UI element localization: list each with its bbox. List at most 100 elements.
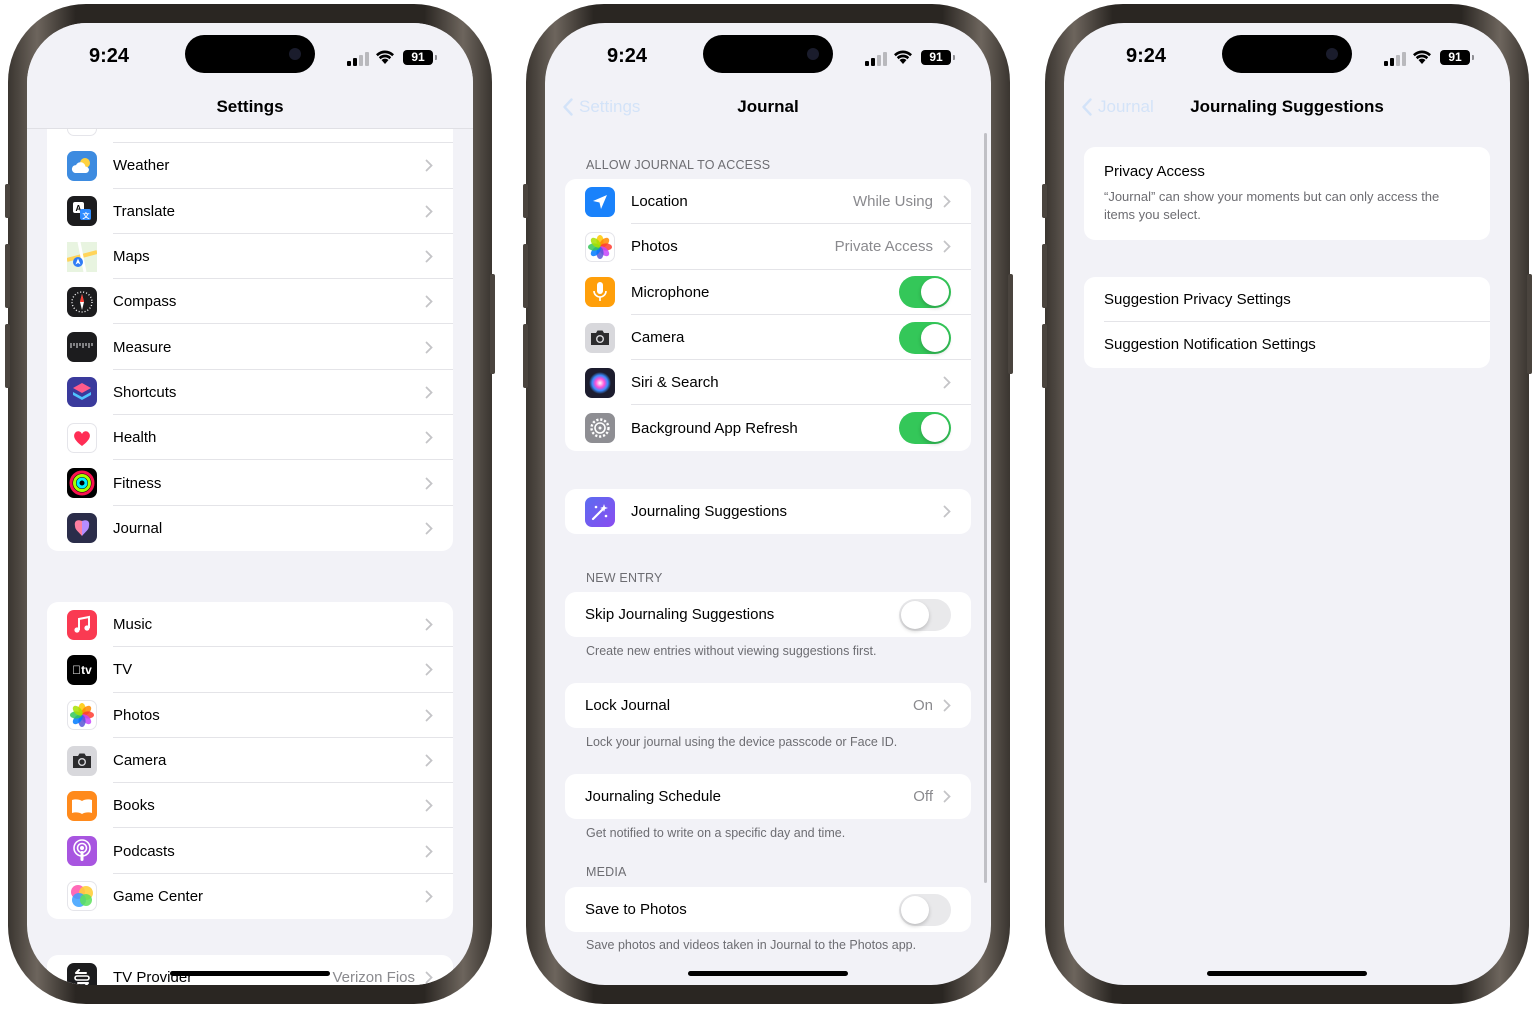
chevron-right-icon bbox=[425, 971, 433, 984]
settings-row-photos[interactable]: Photos Private Access bbox=[565, 224, 971, 270]
music-icon bbox=[67, 609, 97, 640]
fitness-icon bbox=[67, 468, 97, 499]
journaling-suggestions-label: Journaling Suggestions bbox=[631, 503, 787, 521]
chevron-right-icon bbox=[425, 799, 433, 812]
home-indicator[interactable] bbox=[688, 971, 848, 976]
location-icon bbox=[585, 186, 615, 217]
home-indicator[interactable] bbox=[170, 971, 330, 976]
sparkles-icon bbox=[585, 496, 615, 527]
row-label: Books bbox=[113, 797, 155, 815]
chevron-right-icon bbox=[943, 505, 951, 518]
chevron-right-icon bbox=[425, 295, 433, 308]
settings-row-music[interactable]: Music bbox=[47, 602, 453, 648]
chevron-right-icon bbox=[425, 522, 433, 535]
settings-row-camera[interactable]: Camera bbox=[47, 738, 453, 784]
settings-group-media: Music tv TV Photos Camera Books Podcasts Game … bbox=[47, 602, 453, 920]
settings-row-tv-provider[interactable]: TV Provider Verizon Fios bbox=[47, 955, 453, 985]
suggestion-notification-settings-link[interactable]: Suggestion Notification Settings bbox=[1084, 322, 1490, 367]
row-label: Podcasts bbox=[113, 842, 175, 860]
settings-row-journal[interactable]: Journal bbox=[47, 506, 453, 551]
cellular-signal-icon bbox=[347, 52, 371, 66]
phone-settings: 9:24 91 Settings NewsWeatherA文TranslateM… bbox=[5, 4, 495, 1004]
settings-row-podcasts[interactable]: Podcasts bbox=[47, 828, 453, 874]
camera-icon bbox=[67, 745, 97, 776]
tv-icon: tv bbox=[67, 654, 97, 685]
gear-icon bbox=[585, 413, 615, 444]
phone-journal: 9:24 91 Settings Journal ALLOW JOURNAL T… bbox=[523, 4, 1013, 1004]
home-indicator[interactable] bbox=[1207, 971, 1367, 976]
settings-row-measure[interactable]: Measure bbox=[47, 324, 453, 370]
settings-group-apps: NewsWeatherA文TranslateMapsCompassMeasure… bbox=[47, 98, 453, 551]
privacy-access-card: Privacy Access “Journal” can show your m… bbox=[1084, 147, 1490, 240]
journaling-suggestions-row[interactable]: Journaling Suggestions bbox=[565, 489, 971, 534]
row-label: Location bbox=[631, 193, 688, 211]
settings-row-translate[interactable]: A 文 Translate bbox=[47, 189, 453, 234]
settings-row-weather[interactable]: Weather bbox=[47, 143, 453, 189]
row-label: Microphone bbox=[631, 283, 710, 301]
save-to-photos-toggle[interactable] bbox=[899, 893, 951, 926]
journal-screen: 9:24 91 Settings Journal ALLOW JOURNAL T… bbox=[545, 23, 991, 985]
section-header-media: MEDIA bbox=[586, 865, 627, 879]
shortcuts-icon bbox=[67, 377, 97, 408]
maps-icon bbox=[67, 241, 97, 272]
camera-toggle[interactable] bbox=[899, 321, 951, 354]
nav-bar: Journal Journaling Suggestions bbox=[1064, 93, 1510, 129]
settings-row-fitness[interactable]: Fitness bbox=[47, 460, 453, 506]
chevron-right-icon bbox=[425, 386, 433, 399]
row-label: Shortcuts bbox=[113, 383, 177, 401]
lock-journal-label: Lock Journal bbox=[585, 697, 671, 715]
background-app-refresh-toggle[interactable] bbox=[899, 412, 951, 445]
chevron-right-icon bbox=[943, 699, 951, 712]
health-icon bbox=[67, 422, 97, 453]
settings-row-maps[interactable]: Maps bbox=[47, 234, 453, 280]
settings-row-shortcuts[interactable]: Shortcuts bbox=[47, 370, 453, 416]
chevron-right-icon bbox=[425, 205, 433, 218]
books-icon bbox=[67, 790, 97, 821]
chevron-right-icon bbox=[943, 376, 951, 389]
weather-icon bbox=[67, 150, 97, 181]
settings-row-books[interactable]: Books bbox=[47, 783, 453, 829]
row-label: Background App Refresh bbox=[631, 419, 798, 437]
row-label: Game Center bbox=[113, 887, 204, 905]
settings-row-tv[interactable]: tv TV bbox=[47, 647, 453, 693]
row-label: Photos bbox=[631, 238, 678, 256]
suggestions-group: Journaling Suggestions bbox=[565, 489, 971, 535]
chevron-right-icon bbox=[425, 341, 433, 354]
access-group: Location While Using Photos Private Access M… bbox=[565, 179, 971, 451]
microphone-toggle[interactable] bbox=[899, 276, 951, 309]
journaling-schedule-value: Off bbox=[913, 788, 933, 806]
skip-suggestions-toggle[interactable] bbox=[899, 598, 951, 631]
journaling-schedule-row[interactable]: Journaling Schedule Off bbox=[565, 774, 971, 819]
phone-journaling-suggestions: 9:24 91 Journal Journaling Suggestions P… bbox=[1042, 4, 1532, 1004]
lock-journal-row[interactable]: Lock Journal On bbox=[565, 683, 971, 728]
scroll-indicator[interactable] bbox=[984, 133, 987, 883]
row-label: Maps bbox=[113, 248, 150, 266]
privacy-access-title: Privacy Access bbox=[1104, 163, 1205, 180]
chevron-right-icon bbox=[425, 845, 433, 858]
settings-row-siri-search[interactable]: Siri & Search bbox=[565, 360, 971, 406]
settings-row-location[interactable]: Location While Using bbox=[565, 179, 971, 225]
row-label: Translate bbox=[113, 202, 175, 220]
settings-row-compass[interactable]: Compass bbox=[47, 279, 453, 325]
status-bar: 9:24 91 bbox=[545, 43, 991, 71]
translate-icon: A文 bbox=[67, 196, 97, 227]
save-footer: Save photos and videos taken in Journal … bbox=[586, 938, 917, 952]
settings-row-health[interactable]: Health bbox=[47, 415, 453, 461]
suggestion-privacy-settings-link[interactable]: Suggestion Privacy Settings bbox=[1084, 277, 1490, 323]
row-label: Camera bbox=[631, 329, 685, 347]
suggestions-screen: 9:24 91 Journal Journaling Suggestions P… bbox=[1064, 23, 1510, 985]
settings-row-game-center[interactable]: Game Center bbox=[47, 874, 453, 919]
row-label: Health bbox=[113, 429, 157, 447]
settings-row-photos[interactable]: Photos bbox=[47, 693, 453, 738]
row-label: Journal bbox=[113, 519, 163, 537]
row-label: Camera bbox=[113, 752, 167, 770]
privacy-access-description: “Journal” can show your moments but can … bbox=[1104, 189, 1440, 222]
row-label: Weather bbox=[113, 157, 170, 175]
cellular-signal-icon bbox=[1384, 52, 1408, 66]
chevron-right-icon bbox=[943, 241, 951, 253]
wifi-icon bbox=[1413, 50, 1431, 64]
lock-group: Lock Journal On bbox=[565, 683, 971, 729]
journal-icon bbox=[67, 513, 97, 544]
page-title: Settings bbox=[216, 97, 284, 116]
lock-journal-value: On bbox=[912, 697, 933, 715]
